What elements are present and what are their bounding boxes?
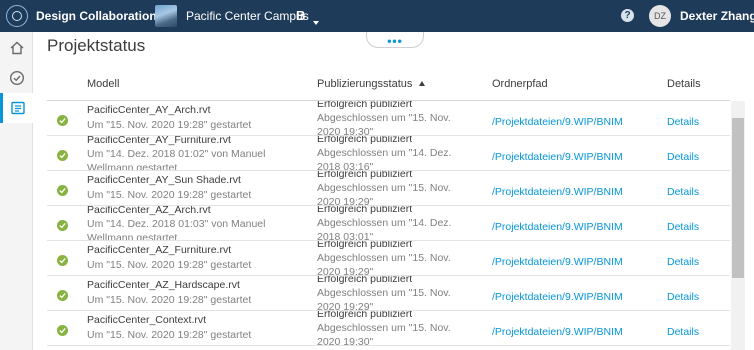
app-switcher[interactable]: Design Collaboration xyxy=(36,9,167,23)
publish-completed-line2: 2020 19:29" xyxy=(317,196,374,206)
publish-completed-line2: 2020 19:30" xyxy=(317,336,374,346)
model-started: Um "15. Nov. 2020 19:28" gestartet xyxy=(87,189,252,201)
check-circle-icon xyxy=(9,70,24,86)
model-started: Um "15. Nov. 2020 19:28" gestartet xyxy=(87,329,252,341)
model-name: PacificCenter_AZ_Arch.rvt xyxy=(87,206,211,216)
publish-completed: Abgeschlossen um "14. Dez. xyxy=(317,217,452,229)
project-thumbnail[interactable] xyxy=(155,5,177,27)
model-name: PacificCenter_AY_Arch.rvt xyxy=(87,104,211,116)
table-header: Modell Publizierungsstatus Ordnerpfad De… xyxy=(47,67,730,101)
publish-completed: Abgeschlossen um "15. Nov. xyxy=(317,287,451,299)
publish-completed: Abgeschlossen um "15. Nov. xyxy=(317,182,451,194)
publish-completed-line2: 2020 19:30" xyxy=(317,126,374,136)
publish-status: Erfolgreich publiziert xyxy=(317,101,413,110)
table-row[interactable]: PacificCenter_AZ_Arch.rvt Um "14. Dez. 2… xyxy=(47,206,730,241)
model-started: Um "15. Nov. 2020 19:28" gestartet xyxy=(87,119,252,131)
home-icon xyxy=(10,41,23,55)
status-table: Modell Publizierungsstatus Ordnerpfad De… xyxy=(47,67,745,350)
sort-ascending-icon xyxy=(419,81,426,86)
rail-item-home[interactable] xyxy=(0,33,33,63)
success-check-icon xyxy=(57,185,68,196)
scrollbar-thumb[interactable] xyxy=(732,118,744,278)
details-link[interactable]: Details xyxy=(667,326,699,339)
publish-completed: Abgeschlossen um "15. Nov. xyxy=(317,112,451,124)
column-header-status[interactable]: Publizierungsstatus xyxy=(317,78,426,90)
model-started: Um "15. Nov. 2020 19:28" gestartet xyxy=(87,294,252,306)
publish-completed-line2: 2020 19:29" xyxy=(317,301,374,311)
user-name[interactable]: Dexter Zhang xyxy=(680,9,754,23)
success-check-icon xyxy=(57,115,68,126)
details-link[interactable]: Details xyxy=(667,116,699,129)
top-bar: Design Collaboration Pacific Center Camp… xyxy=(0,0,754,32)
publish-completed: Abgeschlossen um "14. Dez. xyxy=(317,147,452,159)
publish-completed-line2: 2018 03:16" xyxy=(317,161,374,171)
publish-completed-line2: 2018 03:01" xyxy=(317,231,374,241)
table-scrollbar[interactable] xyxy=(731,101,745,350)
column-header-details: Details xyxy=(667,78,701,90)
model-name: PacificCenter_Context.rvt xyxy=(87,314,207,326)
folder-path-link[interactable]: /Projektdateien/9.WIP/BNIM xyxy=(492,256,623,269)
folder-path-link[interactable]: /Projektdateien/9.WIP/BNIM xyxy=(492,221,623,234)
folder-path-link[interactable]: /Projektdateien/9.WIP/BNIM xyxy=(492,116,623,129)
publish-status: Erfolgreich publiziert xyxy=(317,311,413,320)
table-row[interactable]: PacificCenter_AY_Arch.rvt Um "15. Nov. 2… xyxy=(47,101,730,136)
model-started-line2: Wellmann gestartet xyxy=(87,232,178,241)
publish-completed: Abgeschlossen um "15. Nov. xyxy=(317,322,451,334)
table-row[interactable]: PacificCenter_AZ_Hardscape.rvt Um "15. N… xyxy=(47,276,730,311)
model-name: PacificCenter_AZ_Furniture.rvt xyxy=(87,244,232,256)
details-link[interactable]: Details xyxy=(667,151,699,164)
page-title: Projektstatus xyxy=(47,36,146,55)
publish-completed-line2: 2020 19:29" xyxy=(317,266,374,276)
folder-path-link[interactable]: /Projektdateien/9.WIP/BNIM xyxy=(492,186,623,199)
column-header-status-label: Publizierungsstatus xyxy=(317,78,413,90)
help-icon[interactable]: ? xyxy=(621,9,634,22)
model-name: PacificCenter_AY_Furniture.rvt xyxy=(87,136,231,146)
table-row[interactable]: PacificCenter_Context.rvt Um "15. Nov. 2… xyxy=(47,311,730,346)
table-row[interactable]: PacificCenter_AY_Furniture.rvt Um "14. D… xyxy=(47,136,730,171)
publish-completed: Abgeschlossen um "15. Nov. xyxy=(317,252,451,264)
project-name[interactable]: Pacific Center Campus xyxy=(186,9,309,23)
folder-path-link[interactable]: /Projektdateien/9.WIP/BNIM xyxy=(492,326,623,339)
table-row[interactable]: PacificCenter_AY_Sun Shade.rvt Um "15. N… xyxy=(47,171,730,206)
model-started: Um "15. Nov. 2020 19:28" gestartet xyxy=(87,259,252,271)
document-list-icon xyxy=(11,101,25,115)
model-name: PacificCenter_AZ_Hardscape.rvt xyxy=(87,279,240,291)
model-name: PacificCenter_AY_Sun Shade.rvt xyxy=(87,174,241,186)
more-dots-icon: ••• xyxy=(387,34,403,48)
column-header-model[interactable]: Modell xyxy=(87,78,119,90)
publish-status: Erfolgreich publiziert xyxy=(317,171,413,180)
rail-item-status[interactable] xyxy=(0,93,33,123)
details-link[interactable]: Details xyxy=(667,256,699,269)
app-logo-icon[interactable] xyxy=(6,5,28,27)
publish-status: Erfolgreich publiziert xyxy=(317,276,413,285)
project-badge[interactable]: B xyxy=(296,8,305,23)
publish-status: Erfolgreich publiziert xyxy=(317,206,413,215)
collapse-header-tab[interactable]: ••• xyxy=(366,32,424,48)
rail-item-tasks[interactable] xyxy=(0,63,33,93)
success-check-icon xyxy=(57,150,68,161)
details-link[interactable]: Details xyxy=(667,186,699,199)
project-chevron-down-icon[interactable] xyxy=(309,14,319,32)
success-check-icon xyxy=(57,325,68,336)
success-check-icon xyxy=(57,220,68,231)
success-check-icon xyxy=(57,290,68,301)
folder-path-link[interactable]: /Projektdateien/9.WIP/BNIM xyxy=(492,291,623,304)
details-link[interactable]: Details xyxy=(667,221,699,234)
details-link[interactable]: Details xyxy=(667,291,699,304)
table-row[interactable]: PacificCenter_AZ_Furniture.rvt Um "15. N… xyxy=(47,241,730,276)
publish-status: Erfolgreich publiziert xyxy=(317,136,413,145)
publish-status: Erfolgreich publiziert xyxy=(317,241,413,250)
app-name: Design Collaboration xyxy=(36,9,157,23)
success-check-icon xyxy=(57,255,68,266)
left-rail xyxy=(0,32,33,350)
model-started: Um "14. Dez. 2018 01:03" von Manuel xyxy=(87,218,266,230)
column-header-path[interactable]: Ordnerpfad xyxy=(492,78,548,90)
model-started: Um "14. Dez. 2018 01:02" von Manuel xyxy=(87,148,266,160)
avatar[interactable]: DZ xyxy=(649,5,671,27)
model-started-line2: Wellmann gestartet xyxy=(87,162,178,171)
folder-path-link[interactable]: /Projektdateien/9.WIP/BNIM xyxy=(492,151,623,164)
